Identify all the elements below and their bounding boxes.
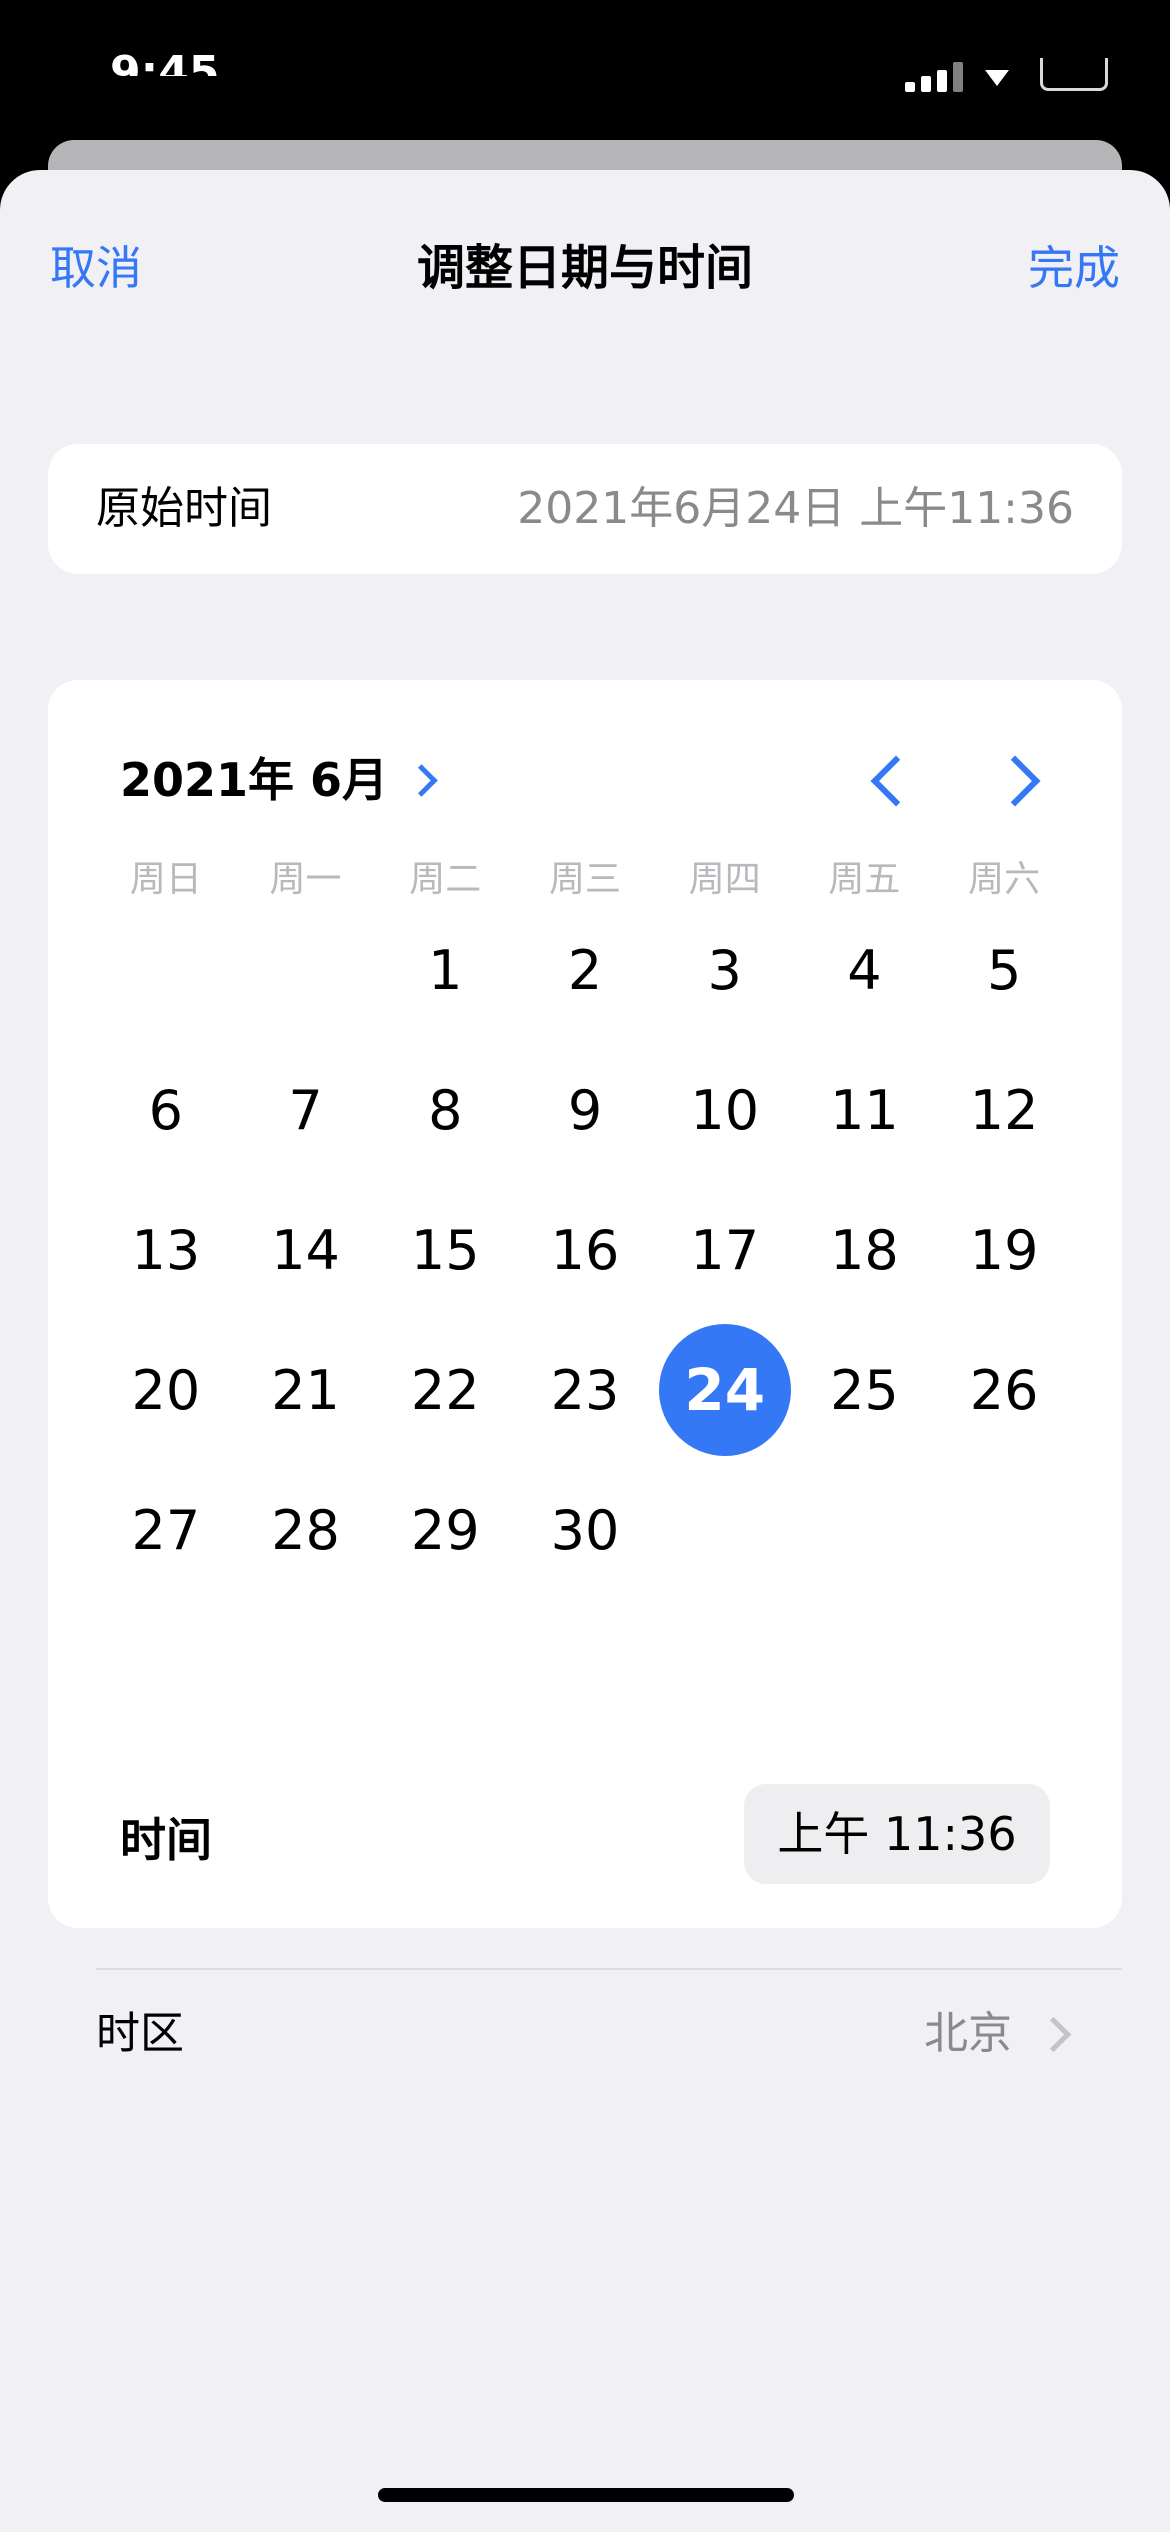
- day-cell[interactable]: 18: [795, 1180, 935, 1320]
- day-cell[interactable]: 3: [655, 900, 795, 1040]
- empty-day-cell: [236, 900, 376, 1040]
- original-time-value: 2021年6月24日 上午11:36: [517, 483, 1074, 534]
- battery-icon: [1040, 58, 1108, 91]
- timezone-label: 时区: [96, 2008, 184, 2059]
- day-cell[interactable]: 25: [795, 1320, 935, 1460]
- day-cell[interactable]: 17: [655, 1180, 795, 1320]
- month-chevron-icon: [405, 763, 438, 797]
- day-cell[interactable]: 10: [655, 1040, 795, 1180]
- day-number: 10: [690, 1078, 760, 1142]
- day-number: 2: [567, 938, 603, 1002]
- day-number: 9: [567, 1078, 603, 1142]
- day-cell[interactable]: 15: [375, 1180, 515, 1320]
- time-picker-button[interactable]: 上午 11:36: [744, 1784, 1050, 1884]
- day-cell[interactable]: 7: [236, 1040, 376, 1180]
- day-number: 4: [847, 938, 882, 1002]
- day-cell[interactable]: 29: [375, 1460, 515, 1600]
- day-cell[interactable]: 21: [236, 1320, 376, 1460]
- status-time: 9:45: [110, 48, 220, 76]
- day-number: 19: [969, 1218, 1039, 1282]
- empty-day-cell: [96, 900, 236, 1040]
- day-number: 12: [969, 1078, 1039, 1142]
- day-number: 27: [131, 1498, 201, 1562]
- next-month-icon[interactable]: [983, 740, 1063, 820]
- day-number: 14: [271, 1218, 340, 1282]
- day-number: 28: [271, 1498, 340, 1562]
- day-number: 3: [707, 938, 742, 1002]
- home-indicator: [378, 2488, 794, 2502]
- day-number: 26: [969, 1358, 1039, 1422]
- day-number: 20: [131, 1358, 201, 1422]
- day-number: 23: [550, 1358, 620, 1422]
- day-number: 11: [830, 1078, 899, 1142]
- day-cell[interactable]: 23: [515, 1320, 655, 1460]
- day-number: 25: [830, 1358, 899, 1422]
- day-number: 30: [550, 1498, 620, 1562]
- day-grid: 1 2 3 4 5 6 7 8 9 10 11 12 13 14 15 16 17 18 19 20 21 22 23 24 2…: [96, 900, 1074, 1600]
- day-cell[interactable]: 13: [96, 1180, 236, 1320]
- day-number: 8: [428, 1078, 463, 1142]
- day-number: 21: [271, 1358, 340, 1422]
- day-number: 18: [830, 1218, 899, 1282]
- day-cell[interactable]: 2: [515, 900, 655, 1040]
- day-number: 24: [684, 1356, 766, 1424]
- timezone-chevron-icon: [1035, 2016, 1072, 2053]
- day-number: 22: [410, 1358, 480, 1422]
- prev-month-icon[interactable]: [848, 740, 928, 820]
- day-cell[interactable]: 11: [795, 1040, 935, 1180]
- time-label: 时间: [120, 1813, 212, 1867]
- day-cell[interactable]: 4: [795, 900, 935, 1040]
- day-cell[interactable]: 30: [515, 1460, 655, 1600]
- day-cell[interactable]: 22: [375, 1320, 515, 1460]
- day-cell[interactable]: 9: [515, 1040, 655, 1180]
- original-time-label: 原始时间: [96, 483, 272, 534]
- day-number: 6: [148, 1078, 184, 1142]
- day-number: 15: [410, 1218, 480, 1282]
- status-bar: 9:45: [0, 0, 1170, 140]
- timezone-row[interactable]: 时区 北京: [48, 1970, 1122, 2098]
- day-cell[interactable]: 5: [934, 900, 1074, 1040]
- month-label: 2021年 6月: [120, 753, 389, 807]
- done-button[interactable]: 完成: [1028, 228, 1120, 308]
- day-cell[interactable]: 26: [934, 1320, 1074, 1460]
- adjust-date-time-sheet: 取消 调整日期与时间 完成 原始时间 2021年6月24日 上午11:36 20…: [0, 170, 1170, 2532]
- day-cell[interactable]: 16: [515, 1180, 655, 1320]
- day-cell[interactable]: 28: [236, 1460, 376, 1600]
- nav-bar: 取消 调整日期与时间 完成: [0, 228, 1170, 308]
- day-cell[interactable]: 12: [934, 1040, 1074, 1180]
- timezone-value: 北京: [924, 2008, 1012, 2059]
- day-number: 5: [986, 938, 1022, 1002]
- day-cell[interactable]: 1: [375, 900, 515, 1040]
- month-selector[interactable]: 2021年 6月: [120, 740, 438, 820]
- original-time-card: 原始时间 2021年6月24日 上午11:36: [48, 444, 1122, 574]
- day-number: 17: [690, 1218, 760, 1282]
- day-number: 29: [410, 1498, 480, 1562]
- cellular-signal-icon: [905, 58, 963, 92]
- day-cell[interactable]: 19: [934, 1180, 1074, 1320]
- day-number: 7: [288, 1078, 323, 1142]
- day-number: 1: [428, 938, 463, 1002]
- day-cell[interactable]: 6: [96, 1040, 236, 1180]
- page-title: 调整日期与时间: [416, 240, 753, 296]
- day-cell[interactable]: 27: [96, 1460, 236, 1600]
- day-cell[interactable]: 20: [96, 1320, 236, 1460]
- day-cell[interactable]: 14: [236, 1180, 376, 1320]
- wifi-icon: [985, 70, 1009, 86]
- calendar-card: 2021年 6月 周日 周一 周二 周三 周四 周五 周六 1234567891…: [48, 680, 1122, 2059]
- day-number: 13: [131, 1218, 201, 1282]
- day-number: 16: [550, 1218, 620, 1282]
- day-cell[interactable]: 8: [375, 1040, 515, 1180]
- day-cell-selected[interactable]: 24: [655, 1320, 795, 1460]
